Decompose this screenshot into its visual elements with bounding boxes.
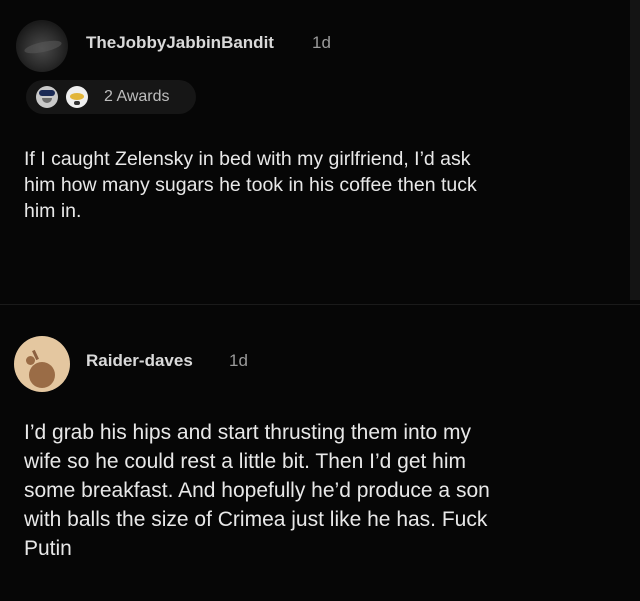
comment-username[interactable]: Raider-daves bbox=[86, 351, 193, 371]
comment-line: him how many sugars he took in his coffe… bbox=[24, 174, 477, 196]
awards-badge[interactable]: 2 Awards bbox=[26, 80, 196, 114]
comment-line: If I caught Zelensky in bed with my girl… bbox=[24, 148, 471, 170]
comment: TheJobbyJabbinBandit 1d 2 Awards If I ca… bbox=[0, 0, 640, 300]
comment-thread: TheJobbyJabbinBandit 1d 2 Awards If I ca… bbox=[0, 0, 640, 601]
comment-line: him in. bbox=[24, 200, 82, 222]
comment-body: I’d grab his hips and start thrusting th… bbox=[24, 418, 624, 563]
gold-snoo-award-icon bbox=[66, 86, 88, 108]
comment-line: wife so he could rest a little bit. Then… bbox=[24, 450, 467, 473]
comment-divider bbox=[0, 304, 640, 305]
comment-line: some breakfast. And hopefully he’d produ… bbox=[24, 479, 490, 502]
avatar-detail bbox=[23, 38, 63, 56]
user-avatar-icon[interactable] bbox=[16, 20, 68, 72]
comment-line: with balls the size of Crimea just like … bbox=[24, 508, 488, 531]
comment-username[interactable]: TheJobbyJabbinBandit bbox=[86, 33, 274, 53]
comment-age: 1d bbox=[229, 351, 248, 370]
comment-body: If I caught Zelensky in bed with my girl… bbox=[24, 146, 624, 224]
comment-line: Putin bbox=[24, 537, 72, 560]
police-award-icon bbox=[36, 86, 58, 108]
comment-age: 1d bbox=[312, 33, 331, 52]
comment-line: I’d grab his hips and start thrusting th… bbox=[24, 421, 472, 444]
snoo-avatar-icon[interactable] bbox=[14, 336, 70, 392]
awards-label: 2 Awards bbox=[104, 88, 170, 105]
snoo-body bbox=[29, 362, 55, 388]
